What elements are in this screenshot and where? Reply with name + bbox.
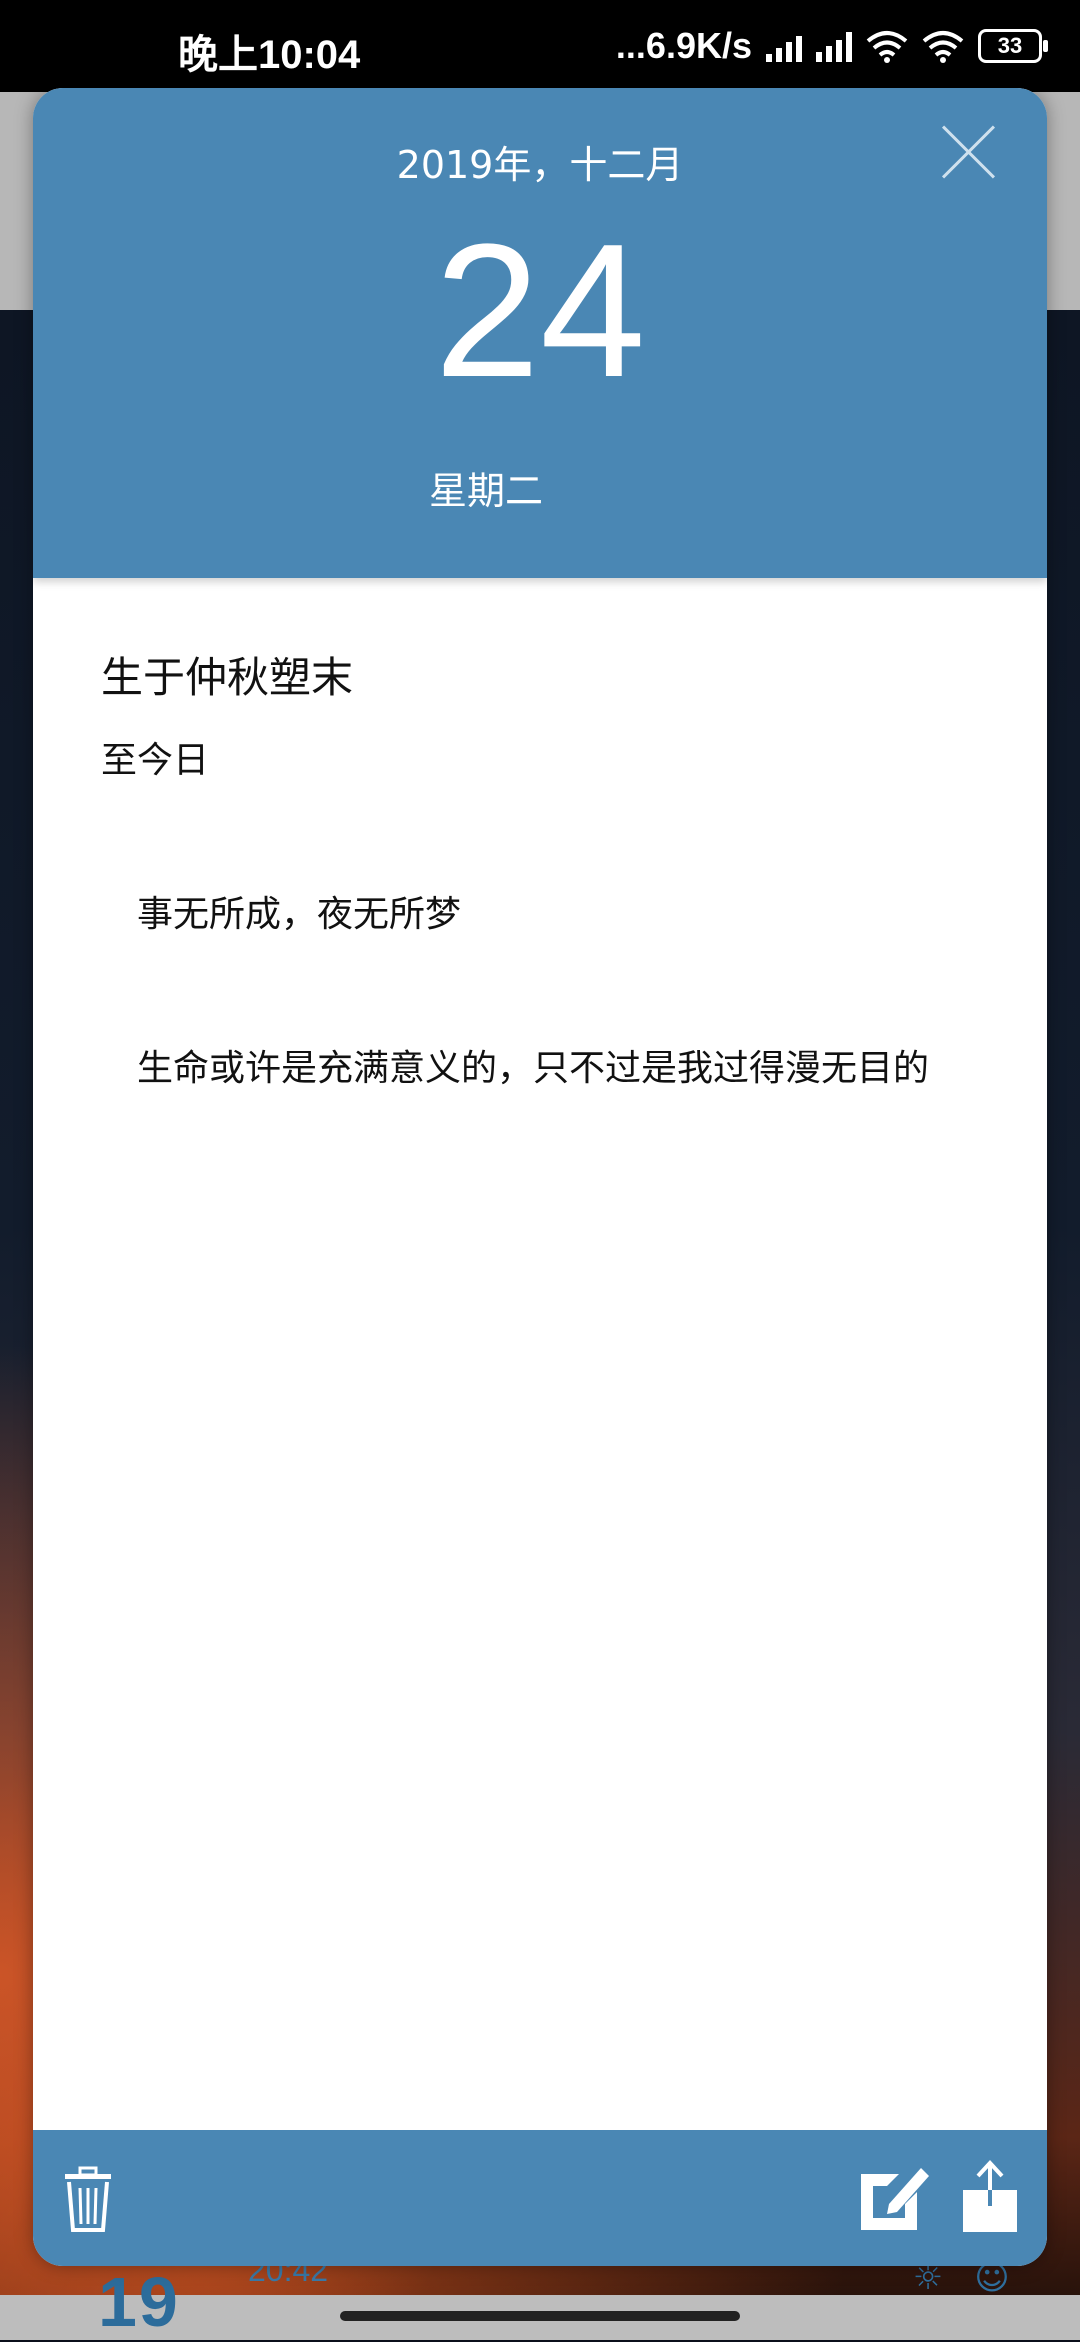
entry-paragraph: 至今日 (101, 740, 210, 781)
close-icon[interactable] (939, 122, 999, 182)
day-number: 24 (434, 205, 646, 417)
weekday-label: 星期二 (429, 469, 544, 513)
signal-icon (766, 30, 802, 62)
edit-icon[interactable] (859, 2160, 929, 2232)
dialog-footer-toolbar (33, 2130, 1047, 2266)
signal-hd-icon (816, 30, 852, 62)
status-icons: ...6.9K/s 33 (615, 24, 1048, 68)
battery-icon: 33 (978, 29, 1048, 63)
network-speed: ...6.9K/s (615, 25, 752, 66)
trash-icon[interactable] (63, 2166, 113, 2232)
share-icon[interactable] (961, 2160, 1019, 2234)
wifi-icon (922, 31, 964, 63)
background-day-number: 19 (98, 2263, 180, 2341)
entry-content: 生于仲秋塑末 至今日 事无所成，夜无所梦 生命或许是充满意义的，只不过是我过得漫… (101, 648, 1001, 1096)
entry-title: 生于仲秋塑末 (101, 653, 354, 702)
entry-blank-line (101, 788, 1001, 888)
dialog-header: 2019年，十二月 24 星期二 (33, 88, 1047, 578)
entry-blank-line (101, 942, 1001, 1042)
battery-level: 33 (997, 33, 1023, 58)
home-indicator[interactable] (340, 2311, 740, 2321)
entry-paragraph: 事无所成，夜无所梦 (101, 894, 462, 935)
diary-entry-dialog: 2019年，十二月 24 星期二 生于仲秋塑末 至今日 事无所成，夜无所梦 生命… (33, 88, 1047, 2266)
month-year-label: 2019年，十二月 (396, 143, 684, 187)
status-time: 晚上10:04 (178, 33, 361, 77)
wifi-plus-icon (866, 31, 908, 63)
entry-paragraph: 生命或许是充满意义的，只不过是我过得漫无目的 (101, 1048, 930, 1089)
status-bar: 晚上10:04 ...6.9K/s 33 (0, 0, 1080, 92)
